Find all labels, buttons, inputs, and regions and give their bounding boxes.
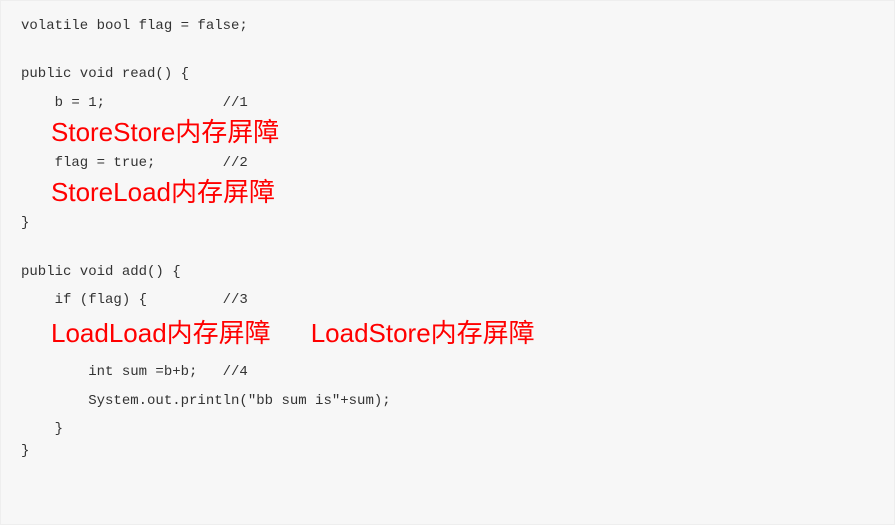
- annotation-storeload: StoreLoad内存屏障: [51, 176, 874, 210]
- annotation-storestore: StoreStore内存屏障: [51, 116, 874, 150]
- annotation-loadstore: LoadStore内存屏障: [311, 317, 535, 351]
- code-line-9: if (flag) { //3: [21, 289, 874, 311]
- code-line-8: public void add() {: [21, 261, 874, 283]
- code-line-6: }: [21, 212, 874, 234]
- code-line-12: }: [21, 418, 874, 440]
- code-line-11: System.out.println("bb sum is"+sum);: [21, 390, 874, 412]
- code-line-5: flag = true; //2: [21, 152, 874, 174]
- code-line-3: public void read() {: [21, 63, 874, 85]
- code-line-10: int sum =b+b; //4: [21, 361, 874, 383]
- code-line-13: }: [21, 440, 874, 462]
- code-line-4: b = 1; //1: [21, 92, 874, 114]
- code-block: volatile bool flag = false; public void …: [0, 0, 895, 525]
- annotation-row-load: LoadLoad内存屏障 LoadStore内存屏障: [51, 315, 874, 353]
- code-line-1: volatile bool flag = false;: [21, 15, 874, 37]
- annotation-loadload: LoadLoad内存屏障: [51, 317, 271, 351]
